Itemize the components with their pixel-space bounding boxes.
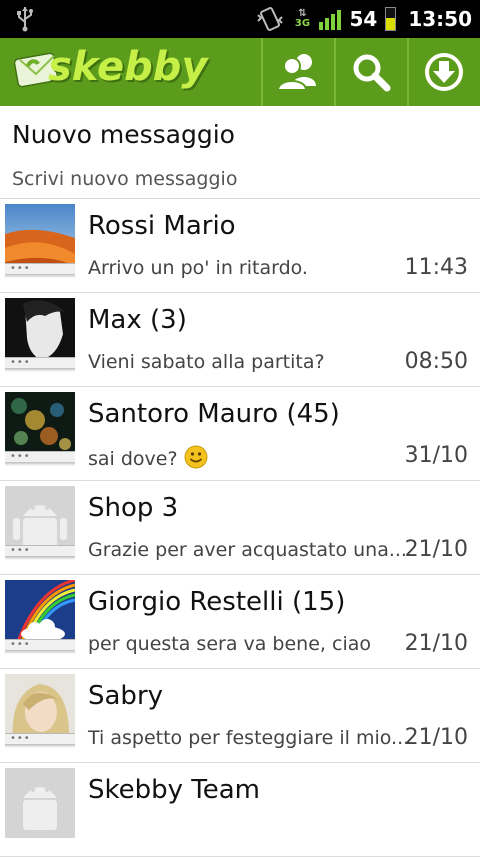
message-time: 11:43	[404, 255, 468, 280]
vibrate-icon	[257, 7, 284, 31]
message-time: 21/10	[404, 725, 468, 750]
default-android-avatar	[5, 768, 75, 838]
contact-avatar[interactable]: •••	[5, 580, 75, 650]
contact-name: Santoro Mauro (45)	[88, 399, 340, 429]
contact-name: Rossi Mario	[88, 211, 236, 241]
message-snippet: Arrivo un po' in ritardo.	[88, 257, 308, 279]
network-indicator: ⇅ 3G	[293, 9, 311, 29]
contact-avatar[interactable]: •••	[5, 392, 75, 462]
conversation-item[interactable]: ••• Max (3) Vieni sabato alla partita? 0…	[0, 293, 480, 387]
conversation-item[interactable]: ••• Giorgio Restelli (15) per questa ser…	[0, 575, 480, 669]
contact-avatar[interactable]: •••	[5, 674, 75, 744]
download-icon	[425, 53, 464, 91]
contact-avatar[interactable]: •••	[5, 204, 75, 274]
contact-name: Sabry	[88, 681, 164, 711]
smiley-emoji-icon	[184, 445, 208, 469]
new-message-subtitle: Scrivi nuovo messaggio	[12, 168, 238, 190]
clock: 13:50	[408, 7, 472, 31]
action-bar: skebby	[0, 38, 480, 106]
conversation-item[interactable]: ••• Rossi Mario Arrivo un po' in ritardo…	[0, 199, 480, 293]
contact-avatar[interactable]	[5, 768, 75, 838]
conversation-item[interactable]: Skebby Team	[0, 763, 480, 857]
battery-icon	[385, 7, 397, 31]
contact-name: Max (3)	[88, 305, 187, 335]
usb-icon	[17, 7, 33, 32]
skebby-logo: skebby	[0, 38, 261, 106]
conversation-list: ••• Rossi Mario Arrivo un po' in ritardo…	[0, 199, 480, 857]
contacts-icon	[277, 54, 317, 91]
contact-avatar[interactable]: •••	[5, 486, 75, 556]
status-bar: ⇅ 3G 54 13:50	[0, 0, 480, 38]
signal-strength-icon	[319, 8, 342, 30]
message-time: 08:50	[404, 349, 468, 374]
message-snippet: Vieni sabato alla partita?	[88, 351, 325, 373]
download-button[interactable]	[406, 38, 480, 106]
contact-name: Giorgio Restelli (15)	[88, 587, 346, 617]
message-snippet: Grazie per aver acquastato una...	[88, 539, 407, 561]
conversation-item[interactable]: ••• Sabry Ti aspetto per festeggiare il …	[0, 669, 480, 763]
contacts-button[interactable]	[260, 38, 334, 106]
search-icon	[353, 54, 391, 92]
contact-name: Shop 3	[88, 493, 179, 523]
message-time: 21/10	[404, 631, 468, 656]
message-snippet: Ti aspetto per festeggiare il mio...	[88, 727, 410, 749]
network-type: 3G	[294, 18, 311, 29]
battery-level: 54	[349, 7, 378, 31]
new-message-title: Nuovo messaggio	[12, 120, 235, 149]
message-snippet: sai dove?	[88, 445, 208, 470]
message-time: 21/10	[404, 537, 468, 562]
brand-name: skebby	[48, 44, 208, 90]
message-time: 31/10	[404, 443, 468, 468]
search-button[interactable]	[333, 38, 407, 106]
new-message-row[interactable]: Nuovo messaggio Scrivi nuovo messaggio	[0, 106, 480, 199]
contact-avatar[interactable]: •••	[5, 298, 75, 368]
conversation-item[interactable]: ••• Santoro Mauro (45) sai dove? 31/10	[0, 387, 480, 481]
message-snippet: per questa sera va bene, ciao	[88, 633, 371, 655]
contact-name: Skebby Team	[88, 775, 261, 805]
conversation-item[interactable]: ••• Shop 3 Grazie per aver acquastato un…	[0, 481, 480, 575]
